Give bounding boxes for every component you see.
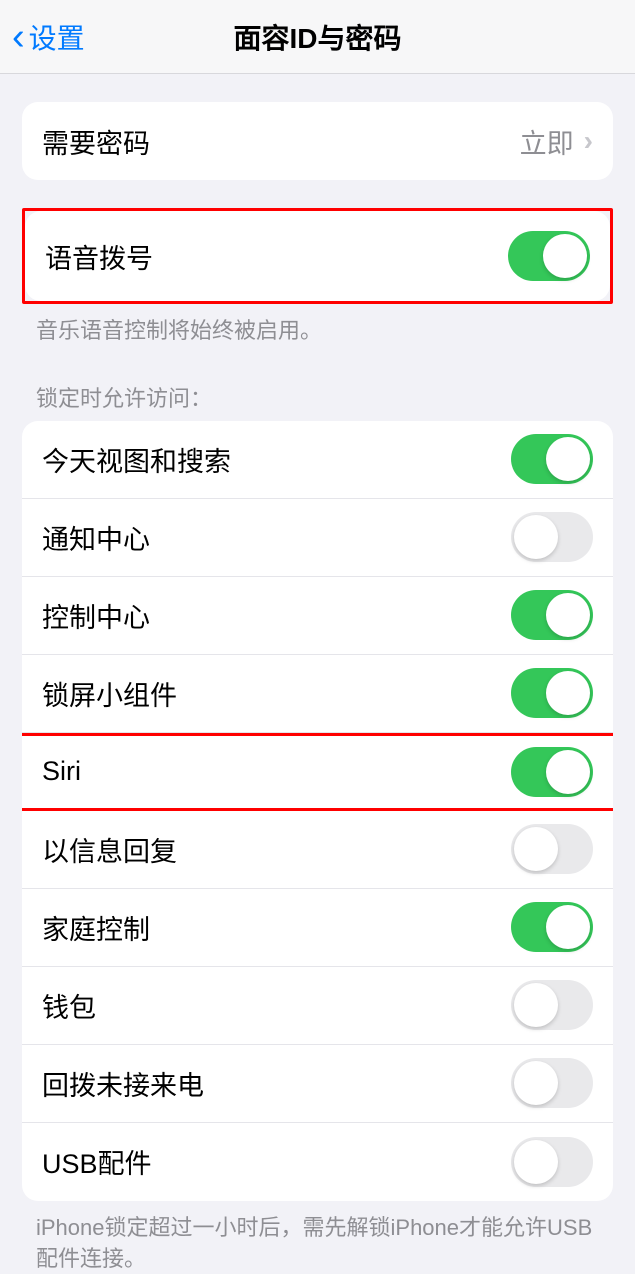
require-passcode-value: 立即 <box>520 122 574 161</box>
locked-access-label: 锁屏小组件 <box>42 674 177 713</box>
require-passcode-value-wrap: 立即 › <box>520 122 593 161</box>
locked-access-row: 通知中心 <box>22 499 613 577</box>
locked-access-row: 家庭控制 <box>22 889 613 967</box>
locked-access-toggle[interactable] <box>511 902 593 952</box>
require-passcode-row[interactable]: 需要密码 立即 › <box>22 102 613 180</box>
locked-access-label: USB配件 <box>42 1142 152 1181</box>
voice-dial-toggle[interactable] <box>508 231 590 281</box>
locked-access-label: 今天视图和搜索 <box>42 440 231 479</box>
locked-access-toggle[interactable] <box>511 590 593 640</box>
chevron-left-icon: ‹ <box>12 18 25 56</box>
locked-access-toggle[interactable] <box>511 980 593 1030</box>
locked-access-label: 家庭控制 <box>42 908 150 947</box>
locked-access-footer: iPhone锁定超过一小时后，需先解锁iPhone才能允许USB配件连接。 <box>36 1213 599 1274</box>
locked-access-toggle[interactable] <box>511 1058 593 1108</box>
require-passcode-label: 需要密码 <box>42 122 150 161</box>
locked-access-row: Siri <box>22 733 613 811</box>
locked-access-toggle[interactable] <box>511 434 593 484</box>
voice-dial-highlight: 语音拨号 <box>22 208 613 304</box>
locked-access-label: 回拨未接来电 <box>42 1064 204 1103</box>
locked-access-row: 控制中心 <box>22 577 613 655</box>
locked-access-header: 锁定时允许访问： <box>36 381 599 413</box>
locked-access-row: 以信息回复 <box>22 811 613 889</box>
locked-access-toggle[interactable] <box>511 747 593 797</box>
locked-access-row: 回拨未接来电 <box>22 1045 613 1123</box>
locked-access-toggle[interactable] <box>511 668 593 718</box>
locked-access-row: USB配件 <box>22 1123 613 1201</box>
locked-access-row: 今天视图和搜索 <box>22 421 613 499</box>
voice-dial-footer: 音乐语音控制将始终被启用。 <box>36 316 599 347</box>
locked-access-toggle[interactable] <box>511 1137 593 1187</box>
navbar: ‹ 设置 面容ID与密码 <box>0 0 635 74</box>
locked-access-label: Siri <box>42 756 81 787</box>
page-title: 面容ID与密码 <box>0 17 635 57</box>
locked-access-group: 今天视图和搜索通知中心控制中心锁屏小组件 Siri 以信息回复家庭控制钱包回拨未接来… <box>22 421 613 1201</box>
back-button[interactable]: ‹ 设置 <box>0 17 85 57</box>
locked-access-row: 钱包 <box>22 967 613 1045</box>
require-passcode-group: 需要密码 立即 › <box>22 102 613 180</box>
locked-access-label: 控制中心 <box>42 596 150 635</box>
locked-access-toggle[interactable] <box>511 824 593 874</box>
locked-access-row: 锁屏小组件 <box>22 655 613 733</box>
voice-dial-row: 语音拨号 <box>25 211 610 301</box>
chevron-right-icon: › <box>584 125 593 157</box>
locked-access-label: 通知中心 <box>42 518 150 557</box>
locked-access-label: 钱包 <box>42 986 96 1025</box>
locked-access-label: 以信息回复 <box>42 830 177 869</box>
locked-access-toggle[interactable] <box>511 512 593 562</box>
voice-dial-label: 语音拨号 <box>45 237 153 276</box>
back-label: 设置 <box>29 17 85 57</box>
